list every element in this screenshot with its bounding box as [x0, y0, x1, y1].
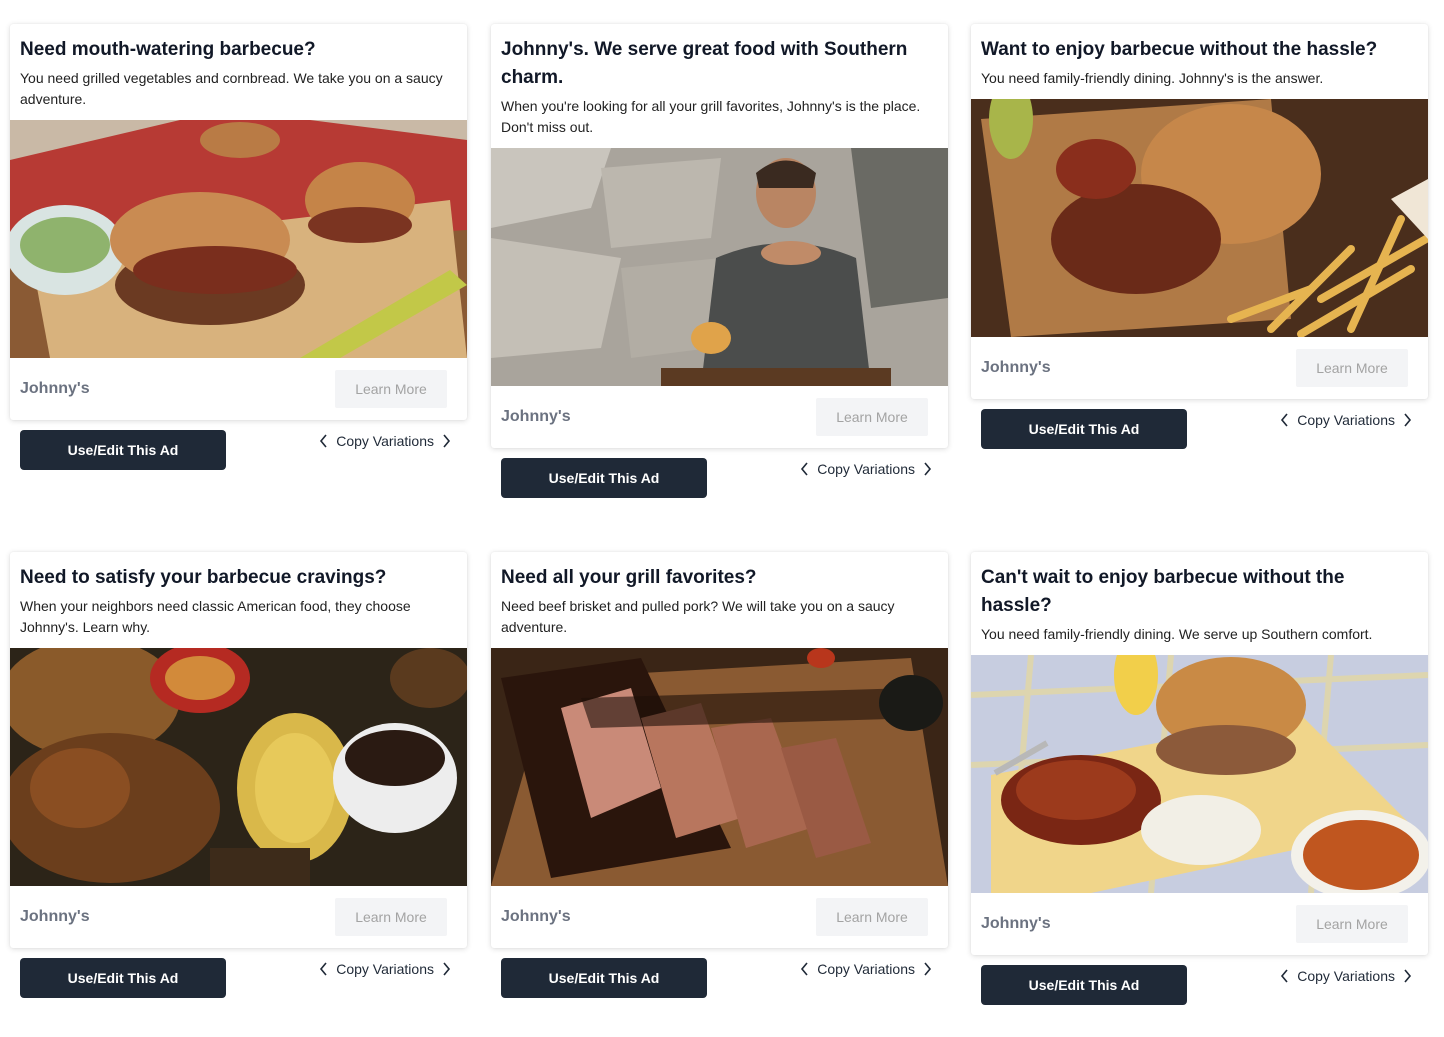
- copy-variations-nav: Copy Variations: [319, 961, 457, 977]
- use-edit-ad-button[interactable]: Use/Edit This Ad: [981, 965, 1187, 1005]
- ad-card-2: Johnny's. We serve great food with South…: [491, 24, 948, 498]
- man-eating-ribs-photo: [491, 148, 948, 386]
- ad-headline: Johnny's. We serve great food with South…: [501, 39, 908, 88]
- chevron-right-icon[interactable]: [442, 434, 451, 448]
- bbq-sandwich-fries-photo: [971, 99, 1428, 337]
- brand-name: Johnny's: [501, 908, 571, 925]
- ad-card-6: Can't wait to enjoy barbecue without the…: [971, 552, 1428, 1005]
- chevron-right-icon[interactable]: [1403, 413, 1412, 427]
- use-edit-ad-button[interactable]: Use/Edit This Ad: [981, 409, 1187, 449]
- learn-more-button[interactable]: Learn More: [1296, 349, 1408, 387]
- ad-headline: Need all your grill favorites?: [501, 567, 757, 588]
- copy-variations-nav: Copy Variations: [319, 433, 457, 449]
- ad-preview: Can't wait to enjoy barbecue without the…: [971, 552, 1428, 955]
- brand-name: Johnny's: [20, 908, 90, 925]
- ad-card-1: Need mouth-watering barbecue? You need g…: [10, 24, 467, 470]
- copy-variations-nav: Copy Variations: [800, 961, 938, 977]
- chevron-left-icon[interactable]: [319, 962, 328, 976]
- brand-name: Johnny's: [501, 408, 571, 425]
- chevron-left-icon[interactable]: [800, 962, 809, 976]
- ad-headline: Need mouth-watering barbecue?: [20, 39, 316, 60]
- brand-name: Johnny's: [981, 359, 1051, 376]
- use-edit-ad-button[interactable]: Use/Edit This Ad: [501, 458, 707, 498]
- ad-headline: Can't wait to enjoy barbecue without the…: [981, 567, 1345, 616]
- ad-description: When you're looking for all your grill f…: [501, 98, 921, 135]
- ad-description: You need family-friendly dining. Johnny'…: [981, 70, 1324, 86]
- sliced-brisket-photo: [491, 648, 948, 886]
- ad-preview: Want to enjoy barbecue without the hassl…: [971, 24, 1428, 399]
- ad-description: You need grilled vegetables and cornbrea…: [20, 70, 443, 107]
- copy-variations-label: Copy Variations: [336, 433, 434, 449]
- ad-card-3: Want to enjoy barbecue without the hassl…: [971, 24, 1428, 449]
- ad-preview: Need all your grill favorites? Need beef…: [491, 552, 948, 948]
- copy-variations-label: Copy Variations: [1297, 412, 1395, 428]
- learn-more-button[interactable]: Learn More: [335, 898, 447, 936]
- ad-description: Need beef brisket and pulled pork? We wi…: [501, 598, 895, 635]
- copy-variations-label: Copy Variations: [1297, 968, 1395, 984]
- copy-variations-label: Copy Variations: [817, 461, 915, 477]
- learn-more-button[interactable]: Learn More: [335, 370, 447, 408]
- ad-description: When your neighbors need classic America…: [20, 598, 411, 635]
- use-edit-ad-button[interactable]: Use/Edit This Ad: [20, 958, 226, 998]
- ad-card-4: Need to satisfy your barbecue cravings? …: [10, 552, 467, 998]
- brand-name: Johnny's: [981, 915, 1051, 932]
- chevron-left-icon[interactable]: [800, 462, 809, 476]
- copy-variations-nav: Copy Variations: [1280, 968, 1418, 984]
- chevron-right-icon[interactable]: [923, 962, 932, 976]
- copy-variations-label: Copy Variations: [817, 961, 915, 977]
- chevron-right-icon[interactable]: [923, 462, 932, 476]
- learn-more-button[interactable]: Learn More: [816, 898, 928, 936]
- chevron-left-icon[interactable]: [319, 434, 328, 448]
- grilled-chicken-corn-photo: [10, 648, 467, 886]
- ad-preview: Need mouth-watering barbecue? You need g…: [10, 24, 467, 420]
- chevron-right-icon[interactable]: [1403, 969, 1412, 983]
- chevron-left-icon[interactable]: [1280, 413, 1289, 427]
- learn-more-button[interactable]: Learn More: [1296, 905, 1408, 943]
- bbq-platter-beans-slaw-photo: [971, 655, 1428, 893]
- brand-name: Johnny's: [20, 380, 90, 397]
- ad-card-5: Need all your grill favorites? Need beef…: [491, 552, 948, 998]
- ad-preview: Johnny's. We serve great food with South…: [491, 24, 948, 448]
- ad-headline: Need to satisfy your barbecue cravings?: [20, 567, 387, 588]
- copy-variations-nav: Copy Variations: [1280, 412, 1418, 428]
- ad-preview: Need to satisfy your barbecue cravings? …: [10, 552, 467, 948]
- chevron-left-icon[interactable]: [1280, 969, 1289, 983]
- pulled-pork-sandwich-photo: [10, 120, 467, 358]
- use-edit-ad-button[interactable]: Use/Edit This Ad: [501, 958, 707, 998]
- ad-description: You need family-friendly dining. We serv…: [981, 626, 1373, 642]
- copy-variations-nav: Copy Variations: [800, 461, 938, 477]
- use-edit-ad-button[interactable]: Use/Edit This Ad: [20, 430, 226, 470]
- copy-variations-label: Copy Variations: [336, 961, 434, 977]
- learn-more-button[interactable]: Learn More: [816, 398, 928, 436]
- chevron-right-icon[interactable]: [442, 962, 451, 976]
- ad-headline: Want to enjoy barbecue without the hassl…: [981, 39, 1378, 60]
